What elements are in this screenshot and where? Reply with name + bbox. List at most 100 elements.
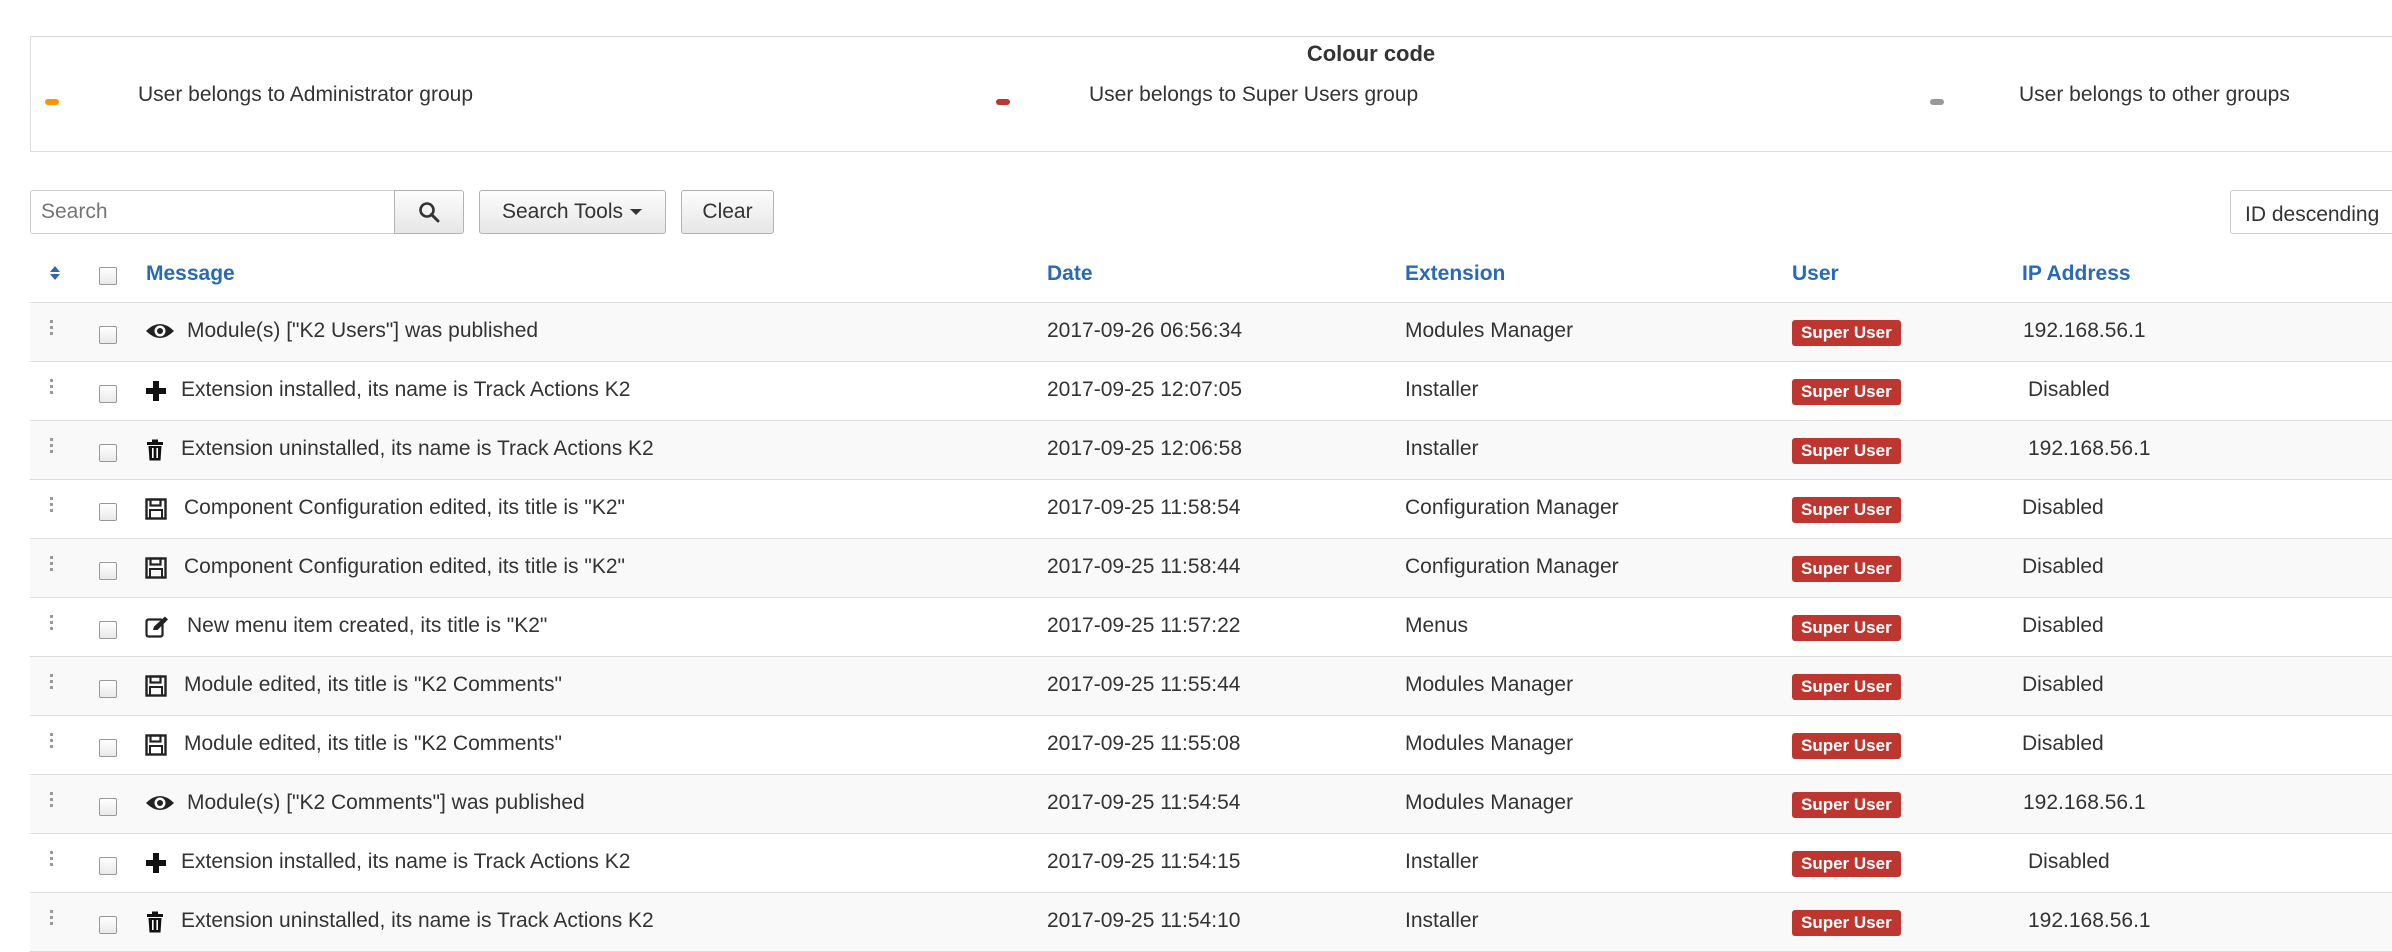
date-cell: 2017-09-25 11:58:44 [1047, 555, 1241, 578]
row-checkbox[interactable] [99, 739, 117, 757]
user-badge: Super User [1792, 379, 1901, 405]
sort-ordering-icon[interactable] [48, 263, 62, 287]
search-tools-button[interactable]: Search Tools [479, 190, 666, 234]
colour-code-legend: Colour code User belongs to Administrato… [30, 36, 2392, 152]
drag-handle-icon[interactable] [50, 615, 54, 633]
ip-address-cell: Disabled [2028, 850, 2110, 873]
row-checkbox[interactable] [99, 444, 117, 462]
super-users-color-swatch [996, 99, 1010, 105]
table-row: Extension installed, its name is Track A… [30, 834, 2392, 893]
eye-icon [145, 321, 174, 345]
save-icon [145, 557, 173, 581]
user-badge: Super User [1792, 438, 1901, 464]
save-icon [145, 675, 173, 699]
date-cell: 2017-09-25 12:07:05 [1047, 378, 1242, 401]
user-badge: Super User [1792, 851, 1901, 877]
drag-handle-icon[interactable] [50, 733, 54, 751]
table-header: Message Date Extension User IP Address [30, 250, 2392, 303]
extension-cell: Installer [1405, 437, 1479, 460]
extension-cell: Installer [1405, 850, 1479, 873]
extension-cell: Installer [1405, 909, 1479, 932]
date-cell: 2017-09-25 11:54:10 [1047, 909, 1241, 932]
column-header-user[interactable]: User [1792, 262, 1839, 286]
trash-icon [145, 911, 173, 935]
date-cell: 2017-09-25 11:54:15 [1047, 850, 1241, 873]
message-cell: Extension uninstalled, its name is Track… [181, 909, 654, 932]
row-checkbox[interactable] [99, 798, 117, 816]
user-badge: Super User [1792, 792, 1901, 818]
drag-handle-icon[interactable] [50, 556, 54, 574]
drag-handle-icon[interactable] [50, 910, 54, 928]
message-cell: Extension installed, its name is Track A… [181, 378, 631, 401]
date-cell: 2017-09-26 06:56:34 [1047, 319, 1242, 342]
row-checkbox[interactable] [99, 916, 117, 934]
row-checkbox[interactable] [99, 326, 117, 344]
row-checkbox[interactable] [99, 562, 117, 580]
message-cell: Module edited, its title is "K2 Comments… [184, 732, 562, 755]
column-header-date[interactable]: Date [1047, 262, 1093, 286]
column-header-message[interactable]: Message [146, 262, 235, 286]
user-badge: Super User [1792, 733, 1901, 759]
message-cell: Module(s) ["K2 Users"] was published [187, 319, 539, 342]
row-checkbox[interactable] [99, 857, 117, 875]
extension-cell: Modules Manager [1405, 732, 1574, 755]
table-row: Module edited, its title is "K2 Comments… [30, 657, 2392, 716]
column-header-ip-address[interactable]: IP Address [2022, 262, 2131, 286]
date-cell: 2017-09-25 11:58:54 [1047, 496, 1241, 519]
extension-cell: Modules Manager [1405, 319, 1574, 342]
table-row: Extension uninstalled, its name is Track… [30, 893, 2392, 952]
date-cell: 2017-09-25 11:57:22 [1047, 614, 1241, 637]
legend-label-administrator: User belongs to Administrator group [138, 83, 474, 106]
user-badge: Super User [1792, 910, 1901, 936]
action-log-table: Message Date Extension User IP Address M… [30, 250, 2392, 952]
drag-handle-icon[interactable] [50, 379, 54, 397]
plus-icon [145, 380, 173, 404]
table-row: Module edited, its title is "K2 Comments… [30, 716, 2392, 775]
extension-cell: Configuration Manager [1405, 555, 1619, 578]
caret-down-icon [630, 209, 643, 215]
message-cell: Extension uninstalled, its name is Track… [181, 437, 654, 460]
ip-address-cell: 192.168.56.1 [2028, 437, 2151, 460]
ip-address-cell: Disabled [2022, 614, 2104, 637]
table-row: Extension installed, its name is Track A… [30, 362, 2392, 421]
trash-icon [145, 439, 173, 463]
search-input[interactable] [30, 190, 394, 234]
drag-handle-icon[interactable] [50, 851, 54, 869]
row-checkbox[interactable] [99, 503, 117, 521]
row-checkbox[interactable] [99, 680, 117, 698]
extension-cell: Modules Manager [1405, 673, 1574, 696]
save-icon [145, 498, 173, 522]
ip-address-cell: 192.168.56.1 [2028, 909, 2151, 932]
table-row: Module(s) ["K2 Comments"] was published 2… [30, 775, 2392, 834]
drag-handle-icon[interactable] [50, 497, 54, 515]
sort-order-select[interactable]: ID descending [2230, 190, 2392, 234]
administrator-color-swatch [45, 99, 59, 105]
row-checkbox[interactable] [99, 621, 117, 639]
select-all-checkbox[interactable] [99, 267, 117, 285]
date-cell: 2017-09-25 11:54:54 [1047, 791, 1241, 814]
row-checkbox[interactable] [99, 385, 117, 403]
column-header-extension[interactable]: Extension [1405, 262, 1505, 286]
drag-handle-icon[interactable] [50, 438, 54, 456]
drag-handle-icon[interactable] [50, 792, 54, 810]
message-cell: Component Configuration edited, its titl… [184, 555, 625, 578]
extension-cell: Menus [1405, 614, 1469, 637]
drag-handle-icon[interactable] [50, 320, 54, 338]
user-badge: Super User [1792, 556, 1901, 582]
extension-cell: Modules Manager [1405, 791, 1574, 814]
extension-cell: Configuration Manager [1405, 496, 1619, 519]
date-cell: 2017-09-25 11:55:44 [1047, 673, 1241, 696]
date-cell: 2017-09-25 12:06:58 [1047, 437, 1242, 460]
search-button[interactable] [394, 190, 464, 234]
eye-icon [145, 793, 174, 817]
other-groups-color-swatch [1930, 99, 1944, 105]
date-cell: 2017-09-25 11:55:08 [1047, 732, 1241, 755]
ip-address-cell: Disabled [2022, 496, 2104, 519]
clear-button[interactable]: Clear [681, 190, 774, 234]
ip-address-cell: Disabled [2022, 673, 2104, 696]
search-tools-label: Search Tools [501, 200, 624, 223]
save-icon [145, 734, 173, 758]
legend-title: Colour code [1306, 41, 1436, 66]
drag-handle-icon[interactable] [50, 674, 54, 692]
edit-icon [145, 616, 173, 640]
